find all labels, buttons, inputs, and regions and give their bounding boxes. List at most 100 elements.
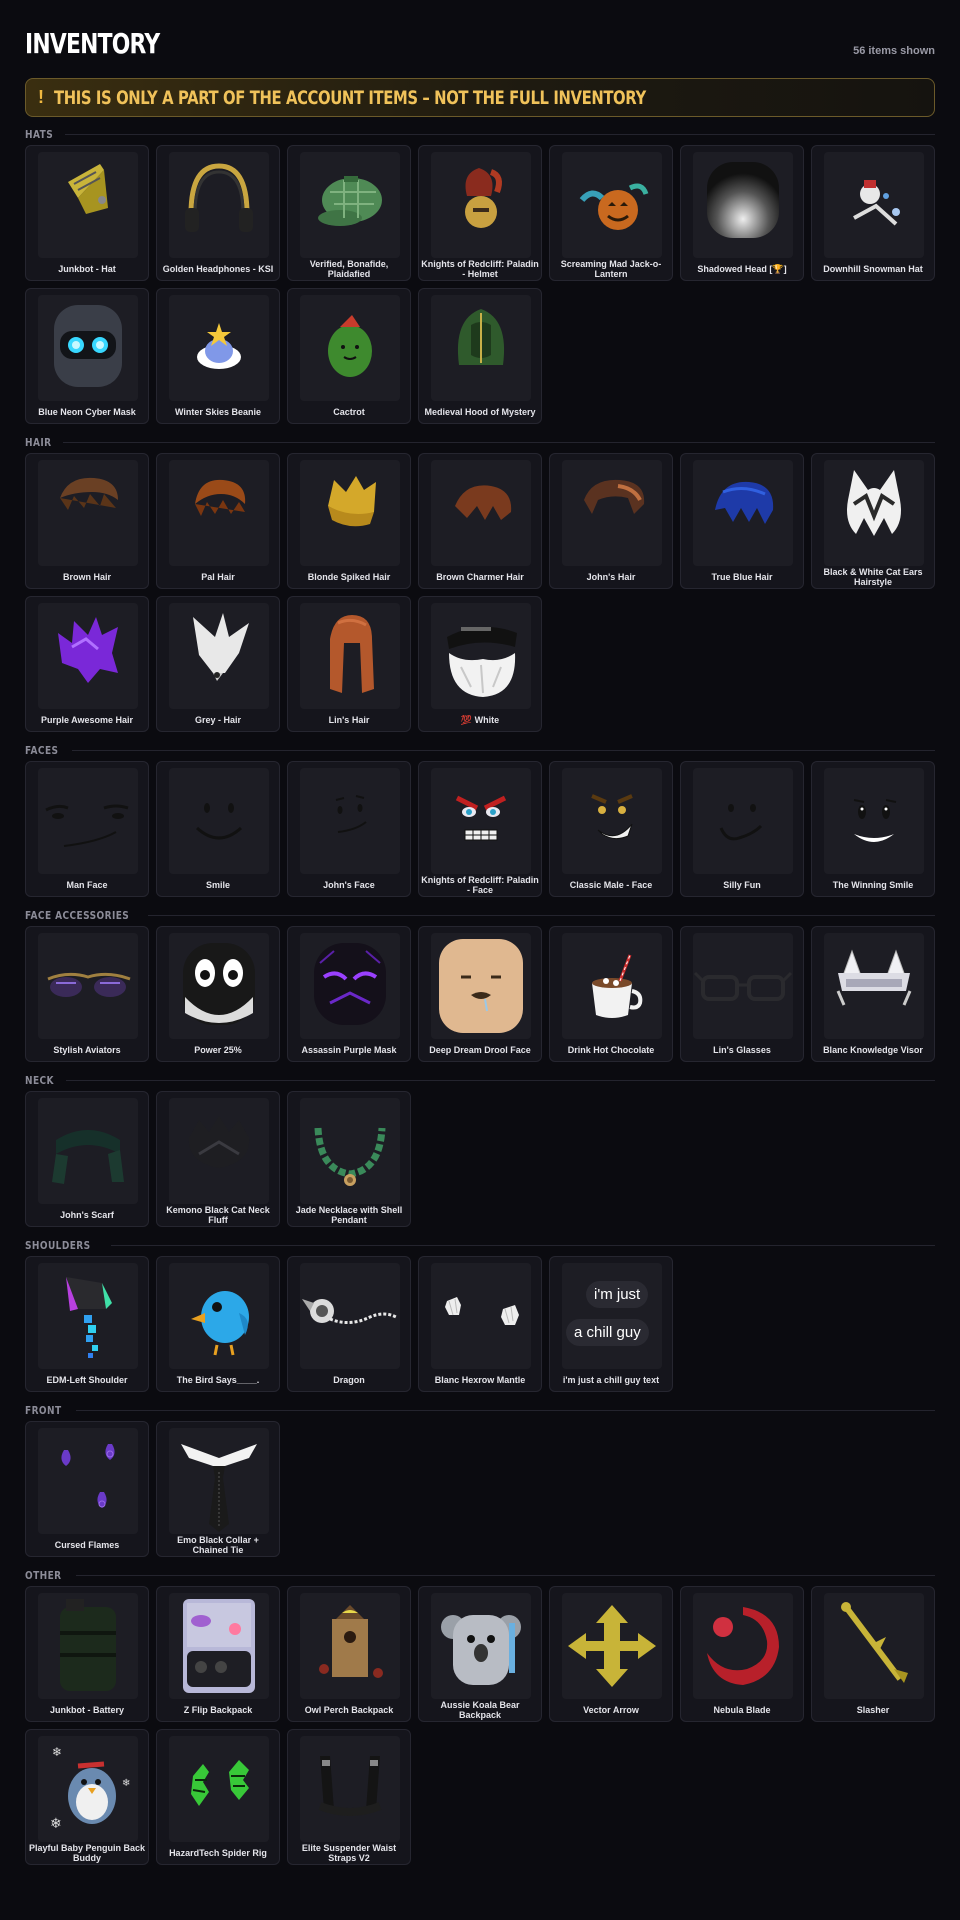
item-card[interactable]: Lin's Hair (287, 596, 411, 732)
aviators-icon (38, 933, 138, 1039)
item-card[interactable]: Pal Hair (156, 453, 280, 589)
item-card[interactable]: Stylish Aviators (25, 926, 149, 1062)
item-card[interactable]: Winter Skies Beanie (156, 288, 280, 424)
item-card[interactable]: Elite Suspender Waist Straps V2 (287, 1729, 411, 1865)
item-card[interactable]: True Blue Hair (680, 453, 804, 589)
item-card[interactable]: Cactrot (287, 288, 411, 424)
section-title: FACE ACCESSORIES (25, 908, 130, 922)
item-card[interactable]: Drink Hot Chocolate (549, 926, 673, 1062)
paladin-helmet-icon (431, 152, 531, 258)
item-card[interactable]: Lin's Glasses (680, 926, 804, 1062)
grey-hair-icon (169, 603, 269, 709)
item-card[interactable]: Black & White Cat Ears Hairstyle (811, 453, 935, 589)
glasses-icon (693, 933, 793, 1039)
item-card[interactable]: Brown Charmer Hair (418, 453, 542, 589)
phone-backpack-icon (169, 1593, 269, 1699)
item-card[interactable]: Knights of Redcliff: Paladin - Helmet (418, 145, 542, 281)
section-header: HAIR (25, 435, 935, 449)
silly-fun-face-icon (693, 768, 793, 874)
item-card[interactable]: Z Flip Backpack (156, 1586, 280, 1722)
battery-icon (38, 1593, 138, 1699)
item-card[interactable]: Vector Arrow (549, 1586, 673, 1722)
item-name: John's Scarf (60, 1210, 114, 1220)
item-name: John's Hair (586, 572, 636, 582)
item-card[interactable]: Man Face (25, 761, 149, 897)
item-card[interactable]: Downhill Snowman Hat (811, 145, 935, 281)
item-card[interactable]: Smile (156, 761, 280, 897)
item-card[interactable]: i'm just a chill guy i'm just a chill guy … (549, 1256, 673, 1392)
section-title: OTHER (25, 1568, 62, 1582)
page-header: INVENTORY 56 items shown (25, 0, 935, 72)
spider-rig-icon (169, 1736, 269, 1842)
item-card[interactable]: Cursed Flames (25, 1421, 149, 1557)
item-card[interactable]: Assassin Purple Mask (287, 926, 411, 1062)
item-card[interactable]: Junkbot - Battery (25, 1586, 149, 1722)
item-card[interactable]: ❄ ❄ ❄ Playful Baby Penguin Back Buddy (25, 1729, 149, 1865)
item-card[interactable]: Power 25% (156, 926, 280, 1062)
item-card[interactable]: Kemono Black Cat Neck Fluff (156, 1091, 280, 1227)
section-header: HATS (25, 127, 935, 141)
item-name: Emo Black Collar + Chained Tie (177, 1535, 259, 1555)
penguin-icon: ❄ ❄ ❄ (38, 1736, 138, 1842)
section-header: FACE ACCESSORIES (25, 908, 935, 922)
item-name: True Blue Hair (711, 572, 773, 582)
item-name: Classic Male - Face (569, 880, 653, 890)
blue-bird-icon (169, 1263, 269, 1369)
item-card[interactable]: Screaming Mad Jack-o-Lantern (549, 145, 673, 281)
item-card[interactable]: Slasher (811, 1586, 935, 1722)
item-card[interactable]: Purple Awesome Hair (25, 596, 149, 732)
item-card[interactable]: Dragon (287, 1256, 411, 1392)
item-name: Nebula Blade (713, 1705, 771, 1715)
item-card[interactable]: Blanc Knowledge Visor (811, 926, 935, 1062)
item-card[interactable]: Jade Necklace with Shell Pendant (287, 1091, 411, 1227)
item-card[interactable]: Blonde Spiked Hair (287, 453, 411, 589)
item-card[interactable]: Blanc Hexrow Mantle (418, 1256, 542, 1392)
item-card[interactable]: John's Hair (549, 453, 673, 589)
item-name: EDM-Left Shoulder (46, 1375, 128, 1385)
item-card[interactable]: Owl Perch Backpack (287, 1586, 411, 1722)
item-card[interactable]: Medieval Hood of Mystery (418, 288, 542, 424)
classic-male-face-icon (562, 768, 662, 874)
item-card[interactable]: Grey - Hair (156, 596, 280, 732)
item-name: Silly Fun (723, 880, 761, 890)
item-card[interactable]: Shadowed Head [🏆] (680, 145, 804, 281)
item-name: Junkbot - Hat (58, 264, 116, 274)
item-card[interactable]: Blue Neon Cyber Mask (25, 288, 149, 424)
owl-backpack-icon (300, 1593, 400, 1699)
item-card[interactable]: Verified, Bonafide, Plaidafied (287, 145, 411, 281)
item-name: Kemono Black Cat Neck Fluff (166, 1205, 270, 1225)
item-card[interactable]: Nebula Blade (680, 1586, 804, 1722)
junkbot-hat-icon (38, 152, 138, 258)
dragon-icon (300, 1263, 400, 1369)
item-name: Aussie Koala Bear Backpack (440, 1700, 520, 1720)
nebula-blade-icon (693, 1593, 793, 1699)
item-card[interactable]: Silly Fun (680, 761, 804, 897)
item-card[interactable]: HazardTech Spider Rig (156, 1729, 280, 1865)
scarf-icon (38, 1098, 138, 1204)
item-name: Lin's Hair (328, 715, 370, 725)
item-card[interactable]: EDM-Left Shoulder (25, 1256, 149, 1392)
item-card[interactable]: Knights of Redcliff: Paladin - Face (418, 761, 542, 897)
item-card[interactable]: Brown Hair (25, 453, 149, 589)
item-card[interactable]: Aussie Koala Bear Backpack (418, 1586, 542, 1722)
item-name: Medieval Hood of Mystery (424, 407, 536, 417)
item-card[interactable]: The Bird Says____. (156, 1256, 280, 1392)
power-mask-icon (169, 933, 269, 1039)
item-card[interactable]: Classic Male - Face (549, 761, 673, 897)
section-title: FRONT (25, 1403, 62, 1417)
purple-hair-icon (38, 603, 138, 709)
warning-icon: ! (38, 87, 44, 107)
item-card[interactable]: Emo Black Collar + Chained Tie (156, 1421, 280, 1557)
item-card[interactable]: Golden Headphones - KSI (156, 145, 280, 281)
snowman-hat-icon (824, 152, 924, 258)
item-card[interactable]: The Winning Smile (811, 761, 935, 897)
item-card[interactable]: Junkbot - Hat (25, 145, 149, 281)
item-name: 💯 White (460, 715, 500, 725)
item-card[interactable]: John's Scarf (25, 1091, 149, 1227)
section-divider (110, 1244, 935, 1246)
item-name: The Winning Smile (832, 880, 914, 890)
item-card[interactable]: Deep Dream Drool Face (418, 926, 542, 1062)
suspenders-icon (300, 1736, 400, 1842)
item-card[interactable]: John's Face (287, 761, 411, 897)
item-card[interactable]: 💯 White (418, 596, 542, 732)
